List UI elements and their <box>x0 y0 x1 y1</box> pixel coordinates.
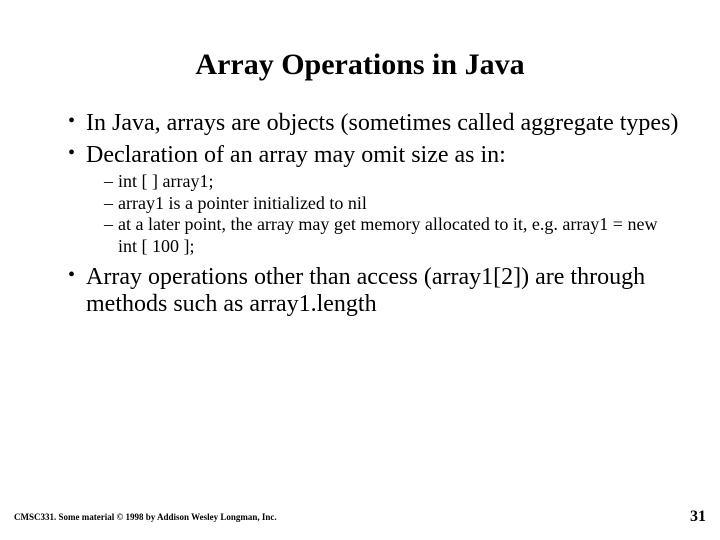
sub-bullet-item: at a later point, the array may get memo… <box>104 214 680 257</box>
bullet-item: Declaration of an array may omit size as… <box>68 142 680 258</box>
bullet-text: Declaration of an array may omit size as… <box>86 142 506 168</box>
sub-bullet-list: int [ ] array1; array1 is a pointer init… <box>86 171 680 257</box>
sub-bullet-item: array1 is a pointer initialized to nil <box>104 193 680 215</box>
bullet-item: In Java, arrays are objects (sometimes c… <box>68 110 680 138</box>
bullet-item: Array operations other than access (arra… <box>68 264 680 319</box>
page-number: 31 <box>690 508 706 526</box>
main-bullet-list: In Java, arrays are objects (sometimes c… <box>40 110 680 319</box>
footer-copyright: CMSC331. Some material © 1998 by Addison… <box>14 512 277 522</box>
slide-title: Array Operations in Java <box>40 48 680 82</box>
sub-bullet-item: int [ ] array1; <box>104 171 680 193</box>
